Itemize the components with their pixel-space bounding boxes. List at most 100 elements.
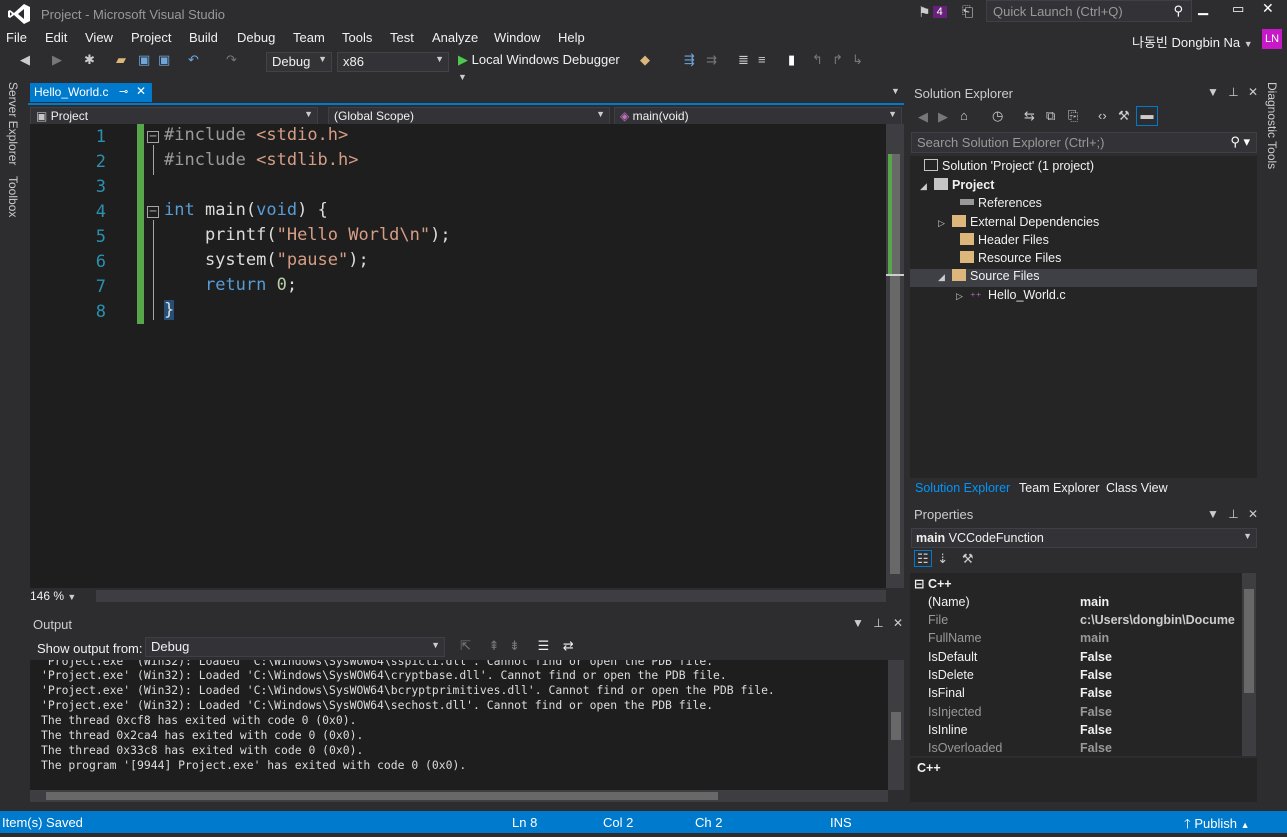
step-over-icon[interactable]: ⇉ [706,52,717,68]
solution-search-input[interactable]: Search Solution Explorer (Ctrl+;) ⚲ ▾ [911,132,1257,153]
pin-icon[interactable]: ⊥ [1228,507,1238,521]
property-value[interactable]: False [1080,741,1240,755]
close-window-button[interactable]: ✕ [1262,0,1274,17]
alphabetical-icon[interactable]: ⇣ [937,551,948,566]
prev-message-icon[interactable]: ⇞ [489,638,500,653]
close-tab-icon[interactable]: ✕ [136,84,146,98]
pending-changes-icon[interactable]: ◷ [992,108,1003,124]
undo-icon[interactable]: ↶ [188,52,199,68]
collapsed-arrow-icon[interactable]: ▷ [956,291,970,302]
bookmark-icon[interactable]: ▮ [788,52,795,68]
member-dropdown[interactable]: ◈ main(void) ▼ [614,107,902,125]
pin-icon[interactable]: ⊸ [119,85,128,98]
redo-icon[interactable]: ↷ [226,52,237,68]
sync-icon[interactable]: ⇆ [1024,108,1035,124]
comment-icon[interactable]: ≣ [738,52,749,68]
maximize-button[interactable]: ▭ [1232,1,1244,17]
property-name[interactable]: IsInline [928,723,968,737]
close-icon[interactable]: ✕ [893,616,903,630]
window-menu-icon[interactable]: ▼ [852,616,864,630]
close-icon[interactable]: ✕ [1248,85,1258,99]
word-wrap-icon[interactable]: ⇄ [563,638,574,653]
property-value[interactable]: False [1080,686,1240,700]
categorized-icon[interactable]: ☷ [914,550,932,567]
back-icon[interactable]: ◀ [20,52,30,68]
tree-item-external-dependencies[interactable]: ▷ External Dependencies [938,215,1099,229]
editor-vertical-scrollbar[interactable] [886,124,904,588]
property-pages-icon[interactable]: ⚒ [962,551,974,566]
prev-bookmark-icon[interactable]: ↰ [812,52,823,68]
tab-class-view[interactable]: Class View [1106,481,1168,495]
property-name[interactable]: IsInjected [928,705,982,719]
menu-project[interactable]: Project [131,30,171,45]
expanded-arrow-icon[interactable]: ◢ [938,272,952,283]
minimize-button[interactable]: ▁ [1198,0,1212,16]
platform-dropdown[interactable]: x86 ▼ [337,52,449,72]
tab-list-icon[interactable]: ▼ [891,86,900,96]
tree-item-hello-world[interactable]: ▷ ⁺⁺ Hello_World.c [956,288,1066,303]
property-value[interactable]: False [1080,650,1240,664]
tab-hello-world[interactable]: Hello_World.c ⊸ ✕ [30,83,152,102]
property-category[interactable]: ⊟ C++ [914,576,952,591]
menu-tools[interactable]: Tools [342,30,372,45]
property-name[interactable]: IsDelete [928,668,974,682]
collapse-all-icon[interactable]: ⧉ [1046,108,1055,124]
home-icon[interactable]: ⌂ [960,108,968,123]
window-menu-icon[interactable]: ▼ [1207,507,1219,521]
scrollbar-thumb[interactable] [891,712,901,740]
output-horizontal-scrollbar[interactable] [30,790,888,802]
code-line-6[interactable]: system("pause"); [164,250,369,270]
property-value[interactable]: main [1080,595,1240,609]
menu-window[interactable]: Window [494,30,540,45]
output-vertical-scrollbar[interactable] [888,660,904,790]
menu-analyze[interactable]: Analyze [432,30,478,45]
scrollbar-thumb[interactable] [46,792,718,800]
open-file-icon[interactable]: ▰ [116,52,126,68]
uncomment-icon[interactable]: ≡ [758,52,766,67]
code-line-2[interactable]: #include <stdlib.h> [164,150,359,170]
output-text[interactable]: 'Project.exe' (Win32): Loaded 'C:\Window… [30,660,888,790]
tree-item-source-files[interactable]: ◢ Source Files [910,269,1257,287]
collapsed-arrow-icon[interactable]: ▷ [938,218,952,229]
tree-item-project[interactable]: ◢ Project [920,178,994,192]
code-line-4[interactable]: int main(void) { [164,200,328,220]
menu-team[interactable]: Team [293,30,325,45]
menu-edit[interactable]: Edit [45,30,67,45]
menu-view[interactable]: View [85,30,113,45]
menu-build[interactable]: Build [189,30,218,45]
next-bookmark-icon[interactable]: ↱ [832,52,843,68]
property-name[interactable]: File [928,613,948,627]
property-name[interactable]: IsFinal [928,686,965,700]
collapse-icon[interactable]: − [147,205,159,218]
code-line-8[interactable]: } [164,300,175,320]
clear-all-icon[interactable]: ☰ [538,638,550,653]
properties-scrollbar[interactable] [1242,573,1256,756]
code-line-7[interactable]: return 0; [164,275,297,295]
collapse-icon[interactable]: − [147,130,159,143]
avatar[interactable]: LN [1262,29,1282,49]
step-icon[interactable]: ⇶ [684,52,695,68]
publish-button[interactable]: 🡑 Publish ▲ [1184,815,1250,837]
tree-item-solution[interactable]: Solution 'Project' (1 project) [924,159,1094,173]
show-all-files-icon[interactable]: ⎘ [1068,108,1078,124]
diagnostic-tools-tab[interactable]: Diagnostic Tools [1265,82,1279,169]
tab-team-explorer[interactable]: Team Explorer [1019,481,1100,495]
output-source-dropdown[interactable]: Debug ▼ [145,637,445,657]
next-message-icon[interactable]: ⇟ [509,638,520,653]
zoom-dropdown[interactable]: 146 % ▼ [30,589,76,603]
menu-file[interactable]: File [6,30,27,45]
server-explorer-tab[interactable]: Server Explorer [6,82,20,165]
property-value[interactable]: False [1080,723,1240,737]
new-project-icon[interactable]: ✱ [84,52,95,68]
scrollbar-thumb[interactable] [1244,589,1254,693]
code-line-1[interactable]: #include <stdio.h> [164,125,348,145]
property-name[interactable]: IsDefault [928,650,977,664]
save-all-icon[interactable]: ▣ [158,52,170,68]
property-value[interactable]: False [1080,668,1240,682]
menu-debug[interactable]: Debug [237,30,275,45]
tree-item-references[interactable]: References [960,196,1042,210]
pin-icon[interactable]: ⊥ [873,616,883,630]
menu-test[interactable]: Test [390,30,414,45]
preview-selected-icon[interactable]: ▬ [1136,106,1158,126]
pin-icon[interactable]: ⊥ [1228,85,1238,99]
